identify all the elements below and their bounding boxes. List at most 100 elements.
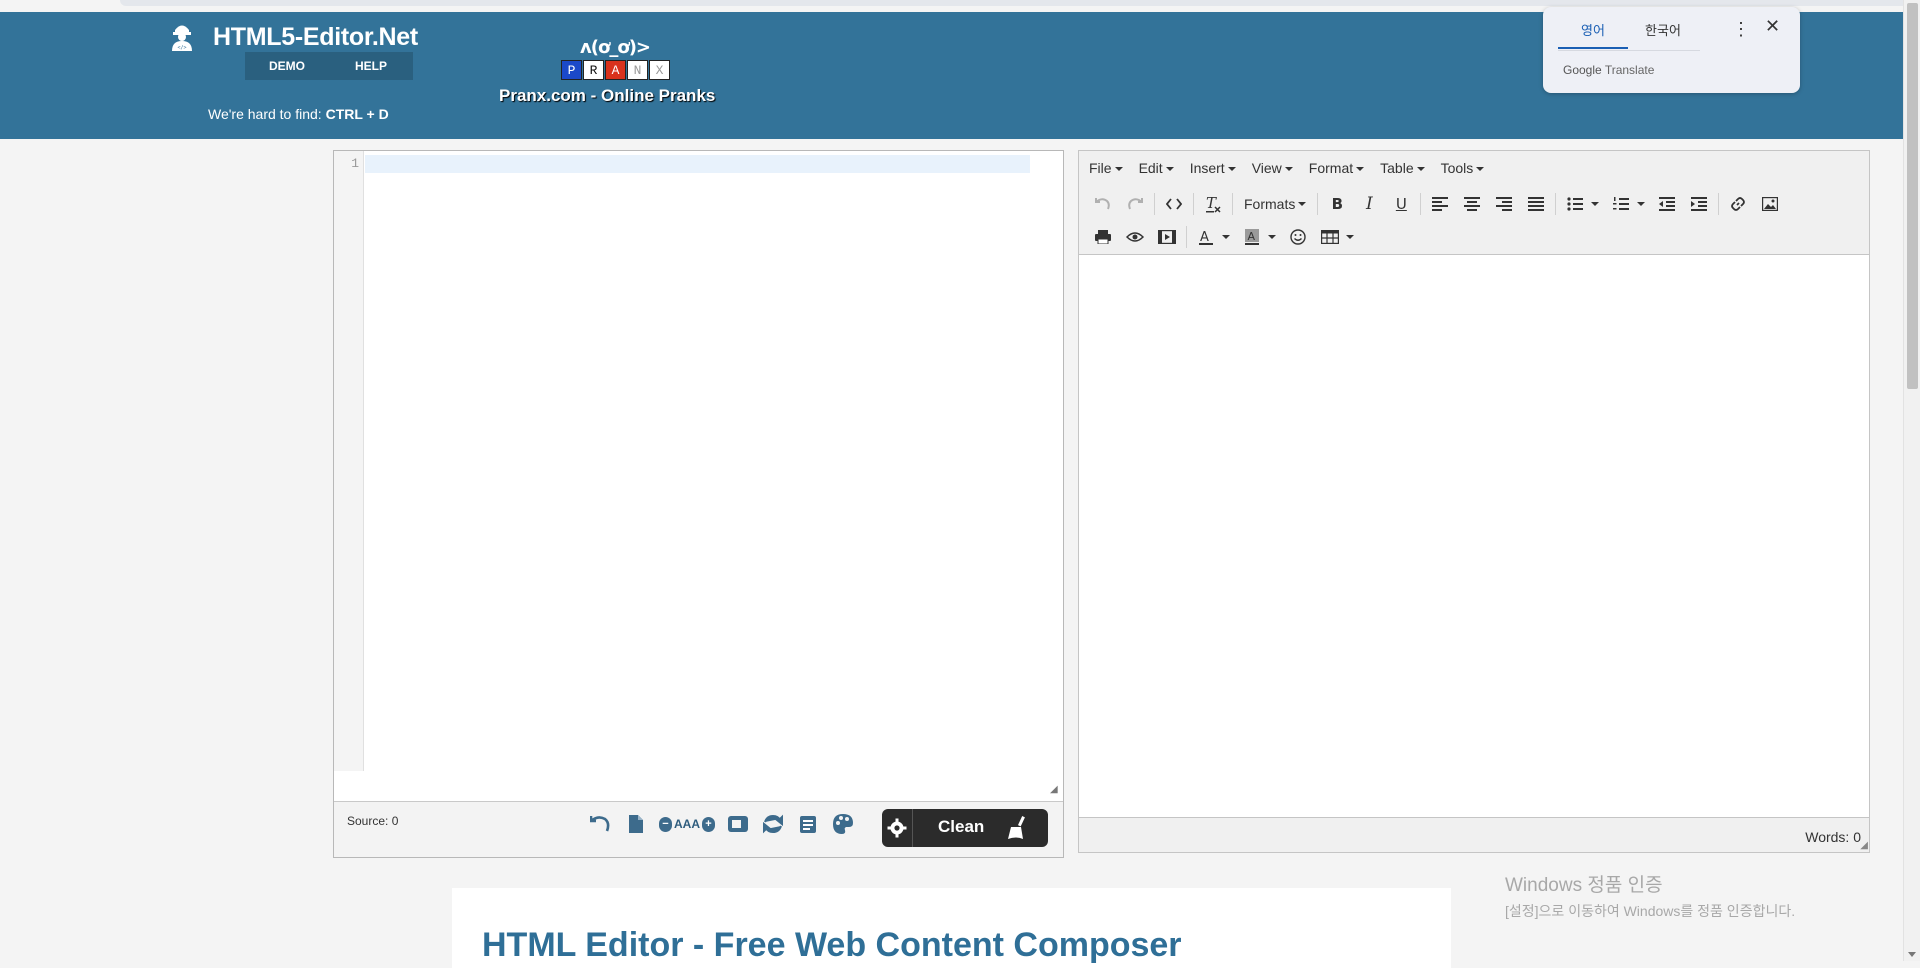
numbered-list-split[interactable] [1605,190,1651,218]
menu-view[interactable]: View [1252,160,1293,176]
article-title: HTML Editor - Free Web Content Composer [482,926,1182,964]
background-color-split[interactable]: A [1236,223,1282,251]
menu-file[interactable]: File [1089,160,1123,176]
more-options-icon[interactable]: ⋮ [1732,19,1750,40]
caret-down-icon[interactable] [1637,202,1646,206]
wrap-icon[interactable] [726,812,750,836]
undo-icon[interactable] [589,812,613,836]
menu-tools-label: Tools [1440,160,1474,176]
broom-icon [1006,816,1028,845]
increase-font-icon[interactable]: + [702,816,715,832]
increase-indent-icon[interactable] [1683,190,1715,218]
source-count: Source: 0 [347,814,399,828]
help-button[interactable]: HELP [329,52,413,80]
toolbar-divider [1317,193,1319,215]
clipboard-icon[interactable] [796,812,820,836]
clean-label: Clean [938,817,985,836]
tab-english[interactable]: 영어 [1558,15,1628,49]
menu-format[interactable]: Format [1308,160,1365,176]
menu-tools[interactable]: Tools [1441,160,1485,176]
align-center-icon[interactable] [1456,190,1488,218]
text-color-icon[interactable]: A [1190,223,1222,251]
align-right-icon[interactable] [1488,190,1520,218]
table-split[interactable] [1314,223,1360,251]
bullet-list-icon[interactable] [1559,190,1591,218]
palette-icon[interactable] [831,812,855,836]
align-justify-icon[interactable] [1520,190,1552,218]
menu-insert[interactable]: Insert [1190,160,1236,176]
numbered-list-icon[interactable] [1605,190,1637,218]
image-icon[interactable] [1754,190,1786,218]
resize-handle-icon[interactable]: ◢ [1050,785,1060,795]
new-document-icon[interactable] [624,812,648,836]
translate-brand-text: Translate [1604,63,1655,77]
refresh-icon[interactable] [761,812,785,836]
clean-button[interactable]: Clean [882,809,1048,847]
pranx-caption-link[interactable]: Pranx.com - Online Pranks [499,86,715,106]
pranx-tile-r: R [583,60,604,80]
caret-down-icon [1165,167,1174,172]
menu-table-label: Table [1380,160,1414,176]
close-icon[interactable]: ✕ [1765,16,1780,37]
settings-gear-icon[interactable] [882,809,913,847]
print-icon[interactable] [1087,223,1119,251]
link-icon[interactable] [1722,190,1754,218]
menu-edit-label: Edit [1138,160,1163,176]
wysiwyg-content-area[interactable] [1079,256,1869,817]
demo-button[interactable]: DEMO [245,52,329,80]
font-size-label: AAA [674,817,700,831]
svg-text:T: T [1206,195,1217,212]
site-title[interactable]: HTML5-Editor.Net [213,23,418,52]
caret-down-icon[interactable] [1268,235,1276,239]
caret-down-icon[interactable] [1346,235,1354,239]
redo-icon[interactable] [1119,190,1151,218]
bold-icon[interactable]: B [1321,190,1353,218]
italic-icon[interactable]: I [1353,190,1385,218]
decrease-indent-icon[interactable] [1651,190,1683,218]
align-left-icon[interactable] [1424,190,1456,218]
background-color-icon[interactable]: A [1236,223,1268,251]
menu-table[interactable]: Table [1380,160,1425,176]
emoticons-icon[interactable] [1282,223,1314,251]
editor-menubar: File Edit Insert View Format Table Tools [1079,151,1869,185]
windows-activation-watermark: Windows 정품 인증 [설정]으로 이동하여 Windows를 정품 인증… [1505,870,1795,921]
source-editor-panel: 1 ◢ Source: 0 − AAA + Clean [333,150,1064,858]
clear-formatting-icon[interactable]: T [1197,190,1229,218]
bullet-list-split[interactable] [1559,190,1605,218]
source-code-icon[interactable] [1158,190,1190,218]
caret-down-icon[interactable] [1222,235,1230,239]
pranx-tile-p: P [561,60,582,80]
menu-format-label: Format [1308,160,1354,176]
pranx-logo[interactable]: ʌ(ơ_ơ)> P R A N X [560,37,670,91]
formats-dropdown[interactable]: Formats [1236,190,1314,218]
toolbar-divider [1193,193,1194,215]
toolbar-divider [1555,193,1557,215]
text-color-split[interactable]: A [1190,223,1236,251]
bookmark-hint: We're hard to find: CTRL + D [208,106,389,122]
undo-icon[interactable] [1087,190,1119,218]
source-code-area[interactable] [365,155,1030,173]
preview-eye-icon[interactable] [1119,223,1151,251]
decrease-font-icon[interactable]: − [659,816,672,832]
hacker-logo-icon[interactable]: </> [168,21,196,51]
caret-down-icon [1476,167,1485,172]
caret-down-icon[interactable] [1591,202,1600,206]
resize-handle-icon[interactable]: ◢ [1860,840,1868,851]
tab-korean[interactable]: 한국어 [1628,15,1698,49]
underline-icon[interactable]: U [1385,190,1417,218]
top-nav: DEMO HELP [245,52,413,80]
toolbar-divider [1718,193,1720,215]
toolbar-divider [1232,193,1233,215]
bookmark-hint-prefix: We're hard to find: [208,106,322,122]
toolbar-row-2: A A [1087,223,1360,251]
media-icon[interactable] [1151,223,1183,251]
table-icon[interactable] [1314,223,1346,251]
bookmark-hint-keys: CTRL + D [325,106,389,122]
scroll-down-arrow-icon[interactable] [1908,952,1916,957]
toolbar-divider [1420,193,1422,215]
translate-divider [1558,50,1700,51]
scrollbar-thumb[interactable] [1907,3,1918,389]
menu-edit[interactable]: Edit [1139,160,1174,176]
formats-label: Formats [1244,196,1296,212]
page-scrollbar[interactable] [1903,0,1920,961]
